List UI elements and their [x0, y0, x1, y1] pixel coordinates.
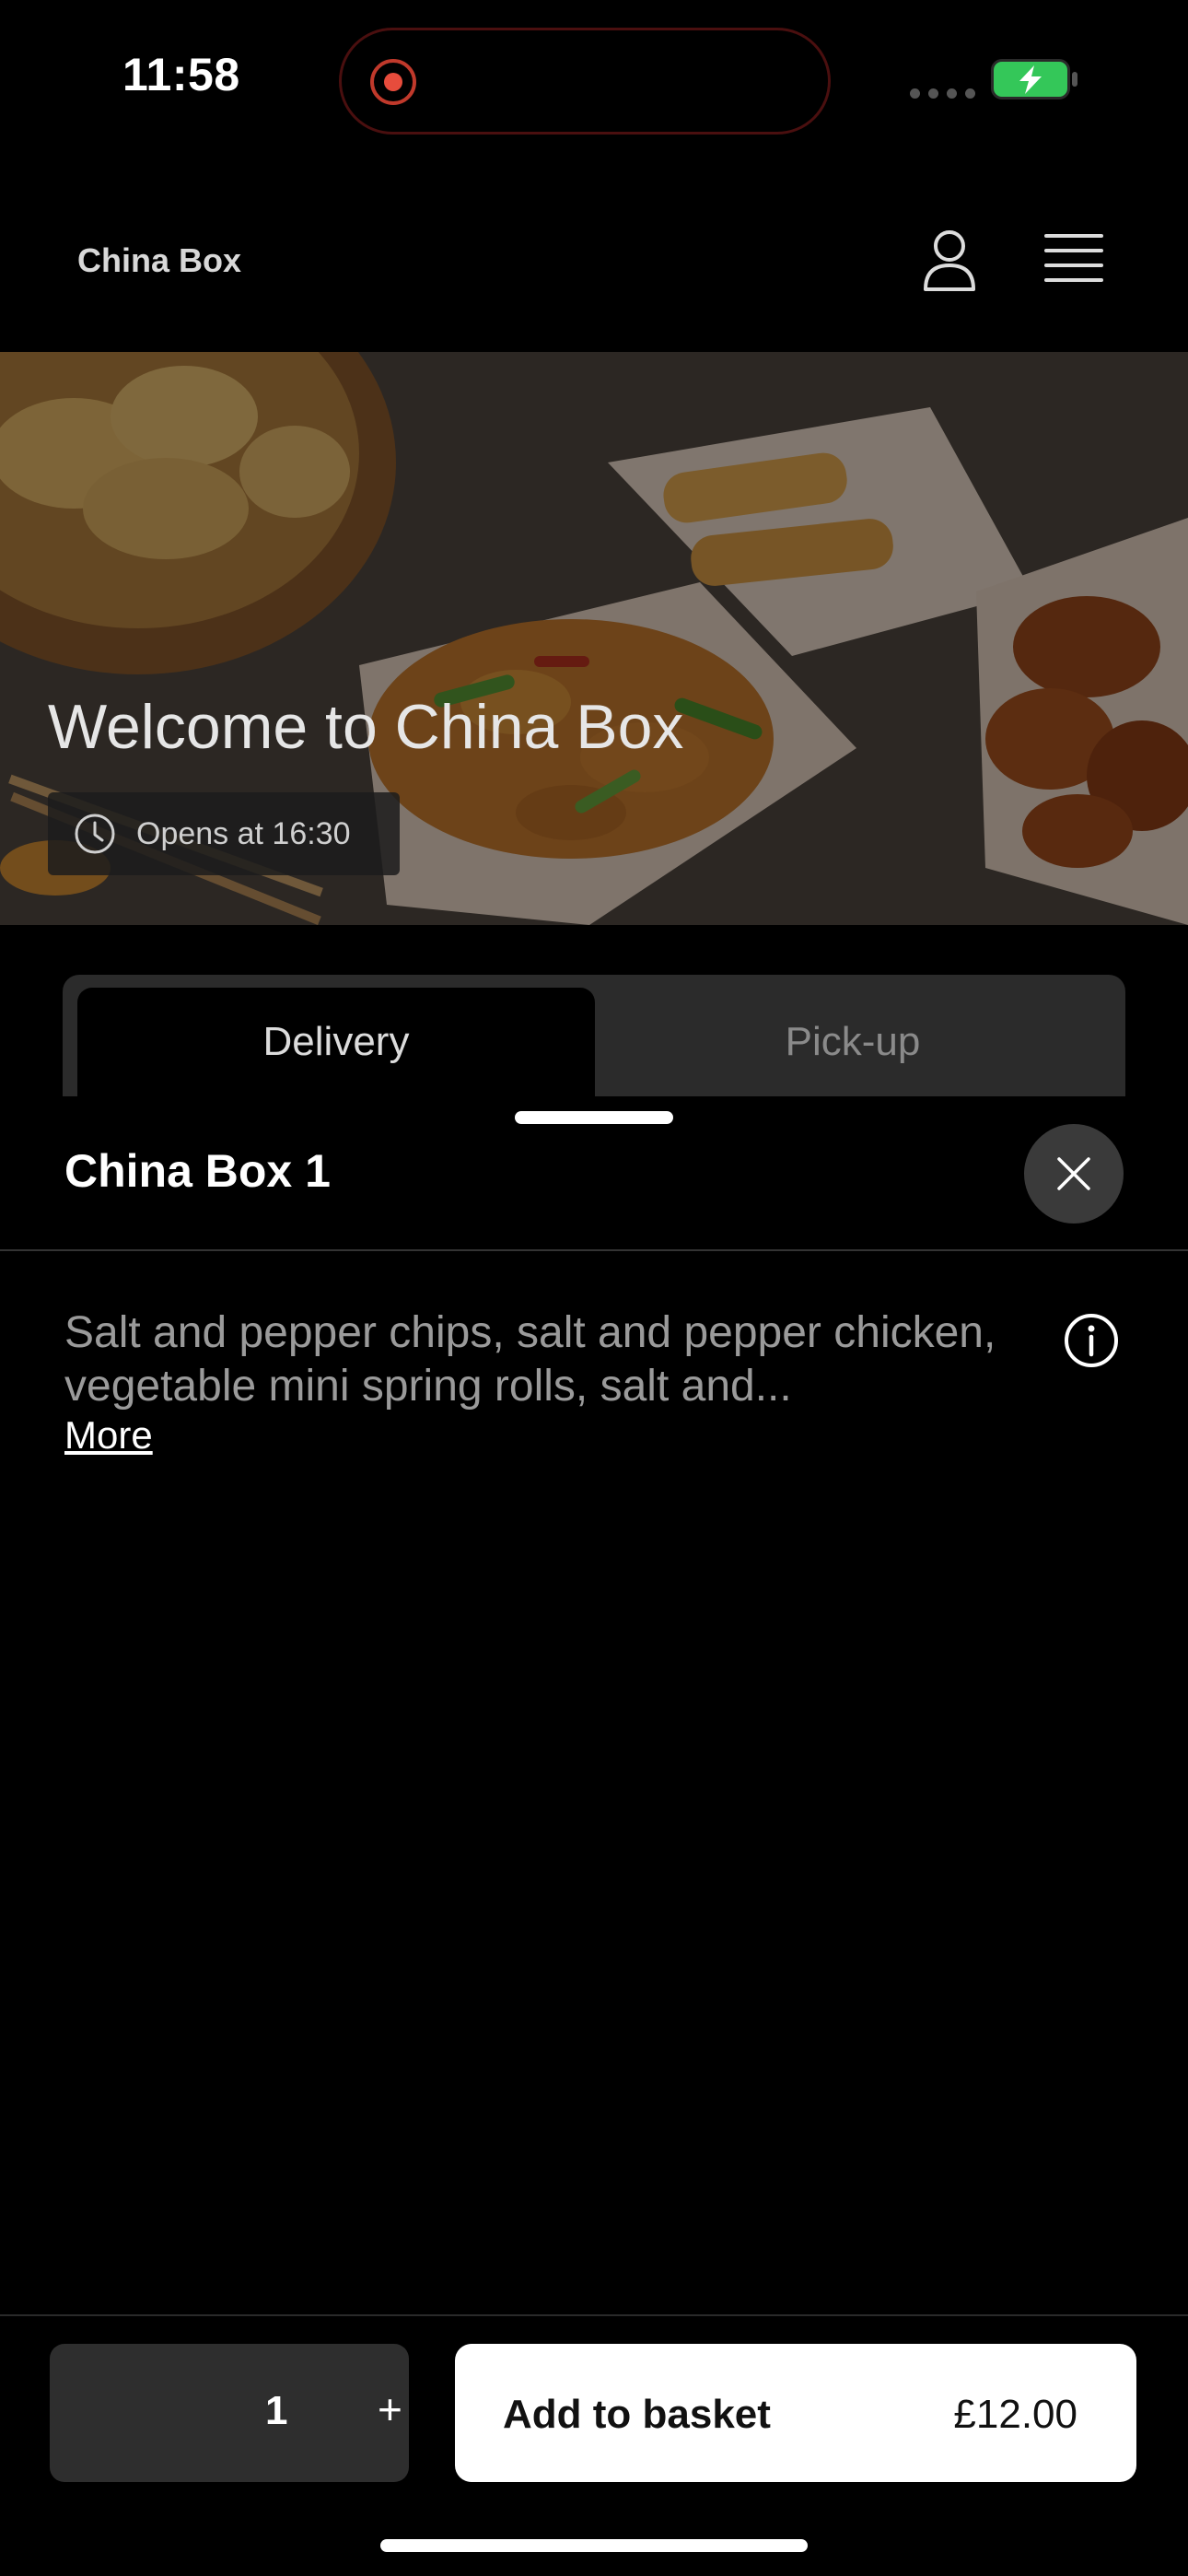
- tab-pick-up[interactable]: Pick-up: [595, 988, 1111, 1096]
- quantity-value: 1: [265, 2388, 288, 2433]
- item-title: China Box 1: [64, 1145, 331, 1197]
- more-link[interactable]: More: [64, 1413, 153, 1458]
- sheet-grabber[interactable]: [515, 1111, 673, 1124]
- brand-title[interactable]: China Box: [77, 241, 241, 280]
- item-price: £12.00: [953, 2392, 1077, 2437]
- fulfilment-tabs: Delivery Pick-up: [63, 975, 1125, 1096]
- tab-delivery[interactable]: Delivery: [77, 988, 595, 1096]
- menu-icon[interactable]: [1044, 232, 1103, 284]
- signal-icon: [910, 88, 975, 99]
- quantity-stepper: 1 +: [50, 2344, 409, 2482]
- hero-title: Welcome to China Box: [48, 692, 684, 762]
- close-button[interactable]: [1024, 1124, 1124, 1224]
- status-time: 11:58: [122, 49, 240, 100]
- clock-icon: [75, 814, 115, 854]
- hero-banner: Welcome to China Box Opens at 16:30: [0, 352, 1188, 925]
- add-to-basket-button[interactable]: Add to basket £12.00: [455, 2344, 1136, 2482]
- item-description: Salt and pepper chips, salt and pepper c…: [64, 1308, 996, 1411]
- info-icon[interactable]: [1063, 1312, 1120, 1369]
- battery-cap: [1072, 72, 1077, 87]
- battery-icon: [991, 59, 1070, 100]
- add-to-basket-label: Add to basket: [503, 2392, 771, 2437]
- close-icon: [1057, 1157, 1090, 1190]
- item-detail-sheet: China Box 1 Salt and pepper chips, salt …: [0, 1096, 1188, 2576]
- user-icon[interactable]: [923, 228, 976, 291]
- increment-button[interactable]: +: [378, 2384, 402, 2434]
- opening-hours-badge: Opens at 16:30: [48, 792, 400, 875]
- sheet-divider: [0, 1249, 1188, 1251]
- recording-indicator-icon: [370, 59, 416, 105]
- footer-divider: [0, 2314, 1188, 2316]
- opening-hours-text: Opens at 16:30: [136, 815, 351, 851]
- home-indicator[interactable]: [380, 2539, 808, 2552]
